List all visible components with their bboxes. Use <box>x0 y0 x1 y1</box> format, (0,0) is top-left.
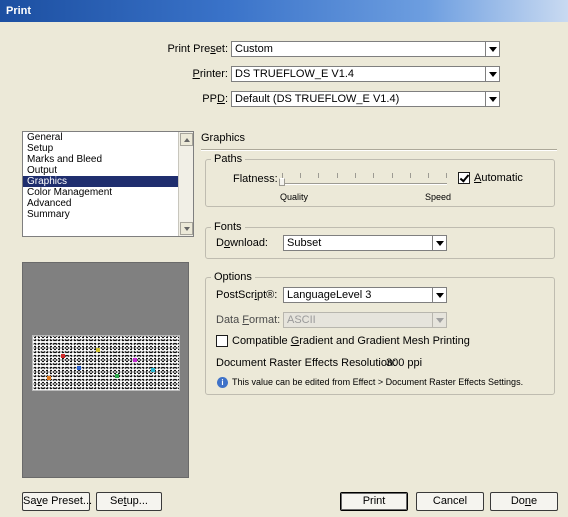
title-bar: Print <box>0 0 568 22</box>
raster-resolution-value: 300 ppi <box>386 357 423 369</box>
compatible-gradient-checkbox[interactable] <box>216 335 228 347</box>
options-legend: Options <box>211 271 255 283</box>
chevron-down-icon <box>432 313 446 327</box>
data-format-select: ASCII <box>283 312 447 328</box>
category-item[interactable]: Setup <box>23 143 193 154</box>
print-dialog: Print Print Preset: Custom Printer: DS T… <box>0 0 568 517</box>
category-list[interactable]: General Setup Marks and Bleed Output Graphic… <box>22 131 194 237</box>
raster-info-text: This value can be edited from Effect > D… <box>232 377 524 387</box>
quality-label: Quality <box>280 192 309 202</box>
postscript-level-select[interactable]: LanguageLevel 3 <box>283 287 447 303</box>
slider-tick <box>337 173 338 178</box>
chevron-down-icon[interactable] <box>432 236 446 250</box>
automatic-checkbox[interactable] <box>458 172 470 184</box>
section-divider <box>201 149 557 151</box>
data-format-label: Data Format: <box>216 314 281 326</box>
category-item[interactable]: General <box>23 132 193 143</box>
done-button[interactable]: Done <box>490 492 558 511</box>
download-label: Download: <box>216 237 268 249</box>
scroll-up-icon[interactable] <box>180 133 193 146</box>
category-item[interactable]: Marks and Bleed <box>23 154 193 165</box>
compatible-gradient-label[interactable]: Compatible Gradient and Gradient Mesh Pr… <box>232 335 470 347</box>
category-item[interactable]: Output <box>23 165 193 176</box>
speed-label: Speed <box>425 192 452 202</box>
info-icon: i <box>217 377 228 388</box>
chevron-down-icon[interactable] <box>485 42 499 56</box>
print-preview[interactable] <box>22 262 189 478</box>
slider-tick <box>446 173 447 178</box>
preview-page-thumbnail <box>32 335 180 391</box>
automatic-label[interactable]: Automatic <box>474 172 523 184</box>
printer-select[interactable]: DS TRUEFLOW_E V1.4 <box>231 66 500 82</box>
ppd-select[interactable]: Default (DS TRUEFLOW_E V1.4) <box>231 91 500 107</box>
print-button[interactable]: Print <box>340 492 408 511</box>
cancel-button[interactable]: Cancel <box>416 492 484 511</box>
slider-tick <box>410 173 411 178</box>
chevron-down-icon[interactable] <box>432 288 446 302</box>
font-download-select[interactable]: Subset <box>283 235 447 251</box>
raster-resolution-label: Document Raster Effects Resolution: <box>216 357 397 369</box>
category-item[interactable]: Advanced <box>23 198 193 209</box>
slider-tick <box>392 173 393 178</box>
flatness-label: Flatness: <box>233 173 278 185</box>
setup-button[interactable]: Setup... <box>96 492 162 511</box>
category-item[interactable]: Graphics <box>23 176 193 187</box>
printer-label: Printer: <box>192 68 228 80</box>
category-item[interactable]: Summary <box>23 209 193 220</box>
slider-tick <box>318 173 319 178</box>
slider-tick <box>300 173 301 178</box>
postscript-label: PostScript®: <box>216 289 278 301</box>
flatness-slider-thumb[interactable] <box>279 178 285 186</box>
save-preset-button[interactable]: Save Preset... <box>22 492 92 511</box>
chevron-down-icon[interactable] <box>485 92 499 106</box>
slider-tick <box>428 173 429 178</box>
slider-tick <box>373 173 374 178</box>
chevron-down-icon[interactable] <box>485 67 499 81</box>
scroll-down-icon[interactable] <box>180 222 193 235</box>
fonts-legend: Fonts <box>211 221 245 233</box>
print-preset-label: Print Preset: <box>167 43 228 55</box>
category-item[interactable]: Color Management <box>23 187 193 198</box>
paths-legend: Paths <box>211 153 246 165</box>
print-preset-select[interactable]: Custom <box>231 41 500 57</box>
slider-tick <box>355 173 356 178</box>
ppd-label: PPD: <box>202 93 228 105</box>
window-title: Print <box>6 5 32 17</box>
category-list-scrollbar[interactable] <box>178 132 193 236</box>
section-title: Graphics <box>201 132 246 144</box>
flatness-slider-track[interactable] <box>281 183 447 185</box>
